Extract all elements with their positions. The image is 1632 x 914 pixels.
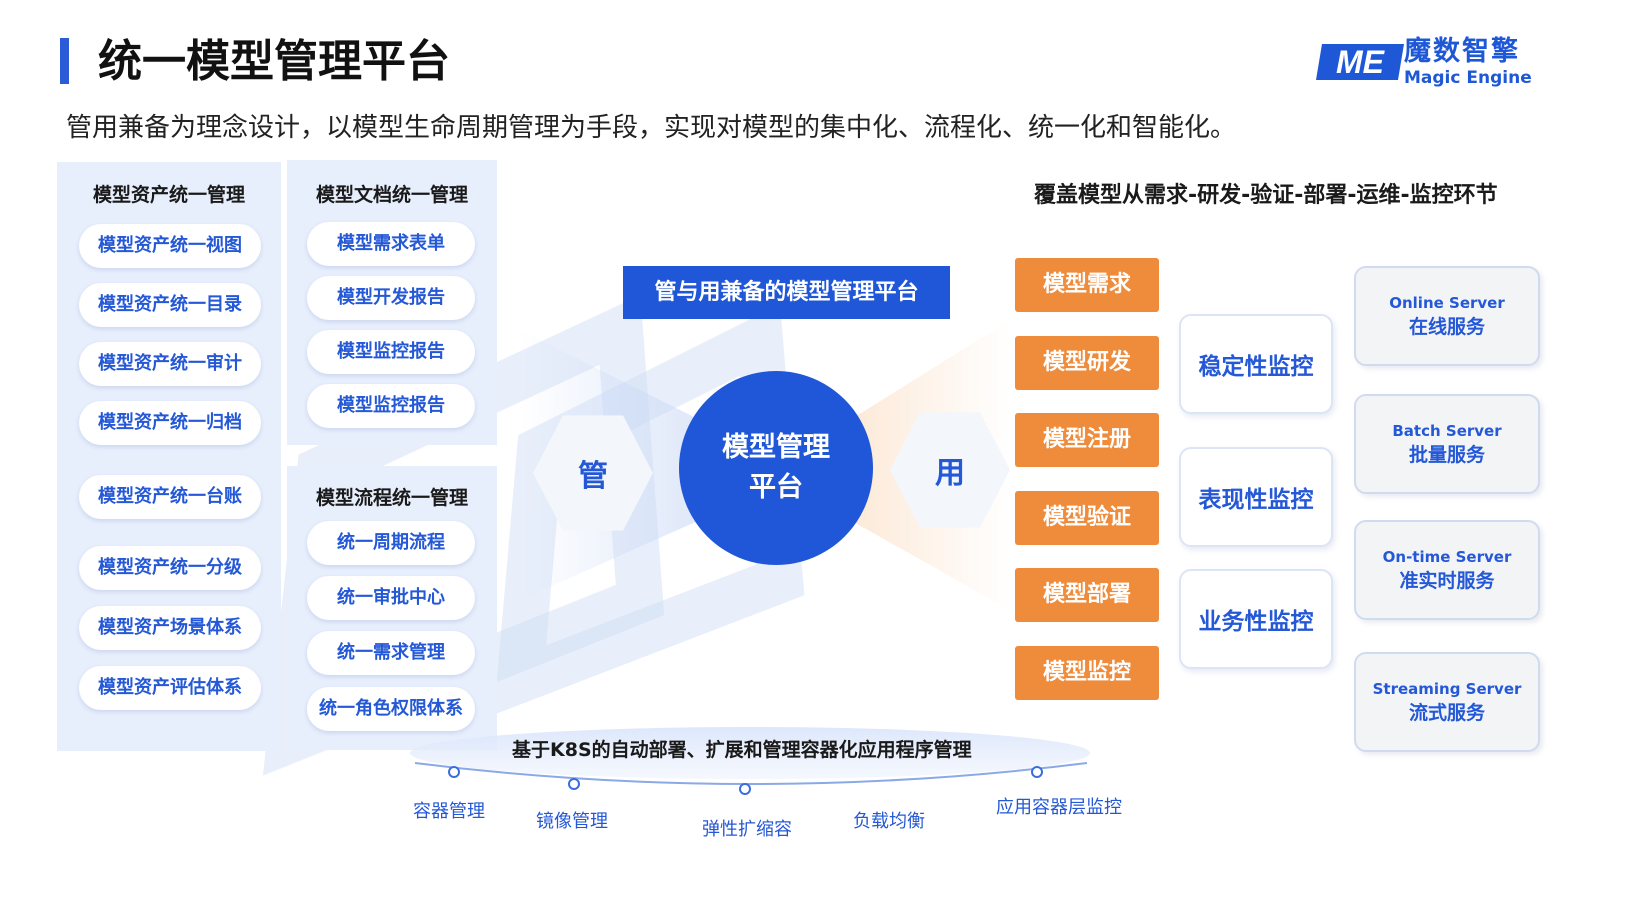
stage-box: 模型验证 [1015,491,1159,545]
k8s-item: 应用容器层监控 [996,797,1122,818]
server-card: Streaming Server 流式服务 [1354,652,1540,752]
server-en: Batch Server [1392,422,1502,440]
server-cn: 准实时服务 [1399,570,1495,592]
k8s-node-dot [448,766,460,778]
stage-box: 模型部署 [1015,568,1159,622]
platform-circle-line2: 平台 [749,472,803,503]
stage-box: 模型需求 [1015,258,1159,312]
lifecycle-heading: 覆盖模型从需求-研发-验证-部署-运维-监控环节 [1034,183,1498,208]
platform-circle-line1: 模型管理 [722,432,830,463]
platform-circle: 模型管理 平台 [679,371,873,565]
monitor-box: 表现性监控 [1179,447,1333,547]
server-cn: 批量服务 [1408,444,1485,466]
k8s-node-dot [1031,766,1043,778]
server-card: Batch Server 批量服务 [1354,394,1540,494]
monitor-box: 稳定性监控 [1179,314,1333,414]
k8s-item: 负载均衡 [853,811,925,832]
server-en: Online Server [1389,294,1505,312]
k8s-node-dot [739,783,751,795]
stage-box: 模型研发 [1015,336,1159,390]
k8s-item: 镜像管理 [536,811,608,832]
k8s-item: 容器管理 [413,801,485,822]
server-card: On-time Server 准实时服务 [1354,520,1540,620]
stage-box: 模型注册 [1015,413,1159,467]
k8s-title: 基于K8S的自动部署、扩展和管理容器化应用程序管理 [512,739,972,761]
monitor-box: 业务性监控 [1179,569,1333,669]
server-cn: 在线服务 [1408,316,1485,338]
stage-box: 模型监控 [1015,646,1159,700]
server-en: Streaming Server [1372,680,1522,698]
server-en: On-time Server [1382,548,1512,566]
server-cn: 流式服务 [1408,702,1485,724]
k8s-item: 弹性扩缩容 [702,819,792,840]
server-card: Online Server 在线服务 [1354,266,1540,366]
k8s-node-dot [568,778,580,790]
